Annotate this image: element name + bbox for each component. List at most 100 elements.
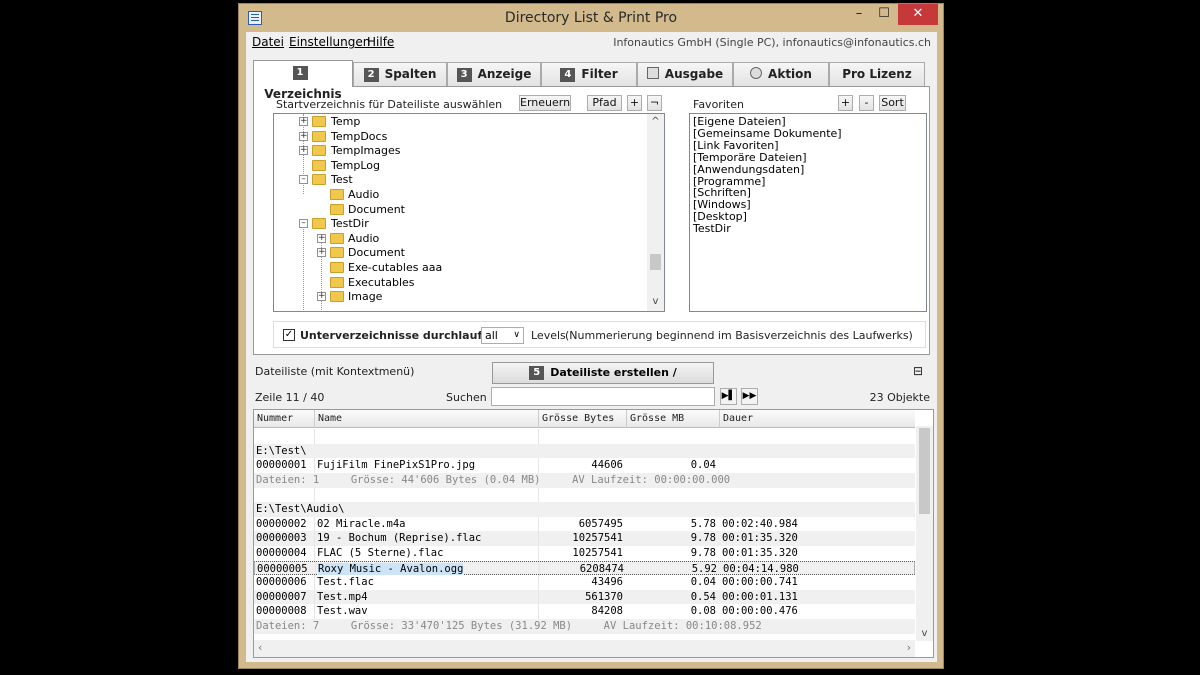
levels-select[interactable]: all ∨ <box>481 327 524 344</box>
tab-pro-lizenz[interactable]: Pro Lizenz <box>829 62 925 86</box>
menu-datei[interactable]: Datei <box>252 35 284 49</box>
menu-einstellungen[interactable]: Einstellungen <box>289 35 370 49</box>
close-button[interactable]: ✕ <box>898 4 938 25</box>
scroll-right-arrow[interactable]: › <box>907 641 911 654</box>
search-input[interactable] <box>491 387 715 406</box>
menu-hilfe[interactable]: Hilfe <box>367 35 394 49</box>
folder-icon <box>330 291 344 303</box>
scroll-up-arrow[interactable]: ^ <box>647 116 664 127</box>
refresh-button[interactable]: Erneuern <box>519 95 571 111</box>
tab-anzeige[interactable]: 3 Anzeige <box>447 62 541 86</box>
cell-mb: 9.78 <box>690 532 716 545</box>
cell-nummer: 00000008 <box>254 604 315 619</box>
file-list-grid[interactable]: Nummer Name Grösse Bytes Grösse MB Dauer… <box>253 409 934 658</box>
cell-dauer: 00:04:14.980 <box>723 562 799 575</box>
sort-favorites-button[interactable]: Sort <box>879 95 906 111</box>
tree-scrollbar[interactable]: ^ v <box>647 114 664 311</box>
favorites-list[interactable]: [Eigene Dateien] [Gemeinsame Dokumente] … <box>689 113 927 312</box>
table-row[interactable] <box>254 487 915 503</box>
add-favorite-button[interactable]: + <box>838 95 853 111</box>
favorite-item[interactable]: [Temporäre Dateien] <box>693 151 923 164</box>
summary-row[interactable]: Dateien: 1 Grösse: 44'606 Bytes (0.04 MB… <box>254 473 915 488</box>
tab-aktion[interactable]: Aktion <box>733 62 829 86</box>
expand-toggle[interactable]: + <box>317 233 326 243</box>
tab-label: Filter <box>581 67 618 81</box>
expand-toggle[interactable]: + <box>299 146 308 156</box>
expand-toggle[interactable]: + <box>299 131 308 141</box>
tab-label: Verzeichnis <box>264 87 342 101</box>
cell-dauer: 00:00:00.476 <box>722 605 798 618</box>
cell-dauer <box>720 488 915 503</box>
summary-row[interactable]: Dateien: 7 Grösse: 33'470'125 Bytes (31.… <box>254 619 915 634</box>
cell-bytes: 6208474 <box>579 562 624 575</box>
cell-bytes: 44606 <box>591 459 623 472</box>
grid-horizontal-scrollbar[interactable]: ‹ › <box>254 640 915 657</box>
table-row[interactable]: 00000002 02 Miracle.m4a 6057495 5.78 00:02:4… <box>254 516 915 532</box>
column-header-dauer[interactable]: Dauer <box>720 410 915 428</box>
directory-row[interactable]: E:\Test\ <box>254 443 915 459</box>
cell-name: Test.flac <box>315 575 539 590</box>
table-row[interactable]: 00000005 Roxy Music - Avalon.ogg 6208474 5.… <box>254 560 915 577</box>
cell-nummer: 00000003 <box>254 531 315 546</box>
scroll-down-arrow[interactable]: v <box>916 628 933 639</box>
title-bar[interactable]: Directory List & Print Pro – ☐ ✕ <box>239 4 943 32</box>
column-header-mb[interactable]: Grösse MB <box>627 410 720 428</box>
levels-note: (Nummerierung beginnend im Basisverzeich… <box>565 329 913 342</box>
scroll-down-arrow[interactable]: v <box>647 296 664 307</box>
path-button[interactable]: Pfad <box>587 95 622 111</box>
cell-mb: 5.78 <box>690 517 716 530</box>
scroll-thumb[interactable] <box>650 254 661 270</box>
collapse-toggle[interactable]: – <box>299 219 308 229</box>
levels-value: all <box>485 329 498 342</box>
scroll-thumb[interactable] <box>919 428 930 514</box>
favorite-item[interactable]: TestDir <box>693 223 923 235</box>
grid-vertical-scrollbar[interactable]: v <box>916 426 933 641</box>
tab-ausgabe[interactable]: Ausgabe <box>637 62 733 86</box>
collapse-toggle[interactable]: – <box>299 175 308 185</box>
scroll-left-arrow[interactable]: ‹ <box>258 641 262 654</box>
find-next-button[interactable]: ▶▌ <box>720 388 737 405</box>
cell-name: FujiFilm FinePixS1Pro.jpg <box>315 458 539 473</box>
company-info: Infonautics GmbH (Single PC), infonautic… <box>613 36 931 49</box>
table-row[interactable]: 00000004 FLAC (5 Sterne).flac 10257541 9.78… <box>254 546 915 561</box>
cell-nummer <box>254 487 315 503</box>
find-last-button[interactable]: ▶▶ <box>741 388 758 405</box>
search-label: Suchen <box>446 391 487 404</box>
tab-label: Spalten <box>384 67 437 81</box>
tree-view-icon[interactable]: ⊟ <box>913 364 923 378</box>
tab-filter[interactable]: 4 Filter <box>541 62 637 86</box>
column-header-name[interactable]: Name <box>315 410 539 428</box>
create-list-button[interactable]: 5Dateiliste erstellen / aktualisieren ! <box>492 362 714 399</box>
tab-spalten[interactable]: 2 Spalten <box>353 62 447 86</box>
cell-mb: 0.04 <box>690 576 716 589</box>
back-path-button[interactable]: ¬ <box>647 95 662 111</box>
expand-toggle[interactable]: + <box>317 292 326 302</box>
tab-verzeichnis[interactable]: 1 Verzeichnis <box>253 60 353 101</box>
table-row[interactable]: 00000008 Test.wav 84208 0.08 00:00:00.476 <box>254 604 915 619</box>
remove-favorite-button[interactable]: - <box>859 95 874 111</box>
add-path-button[interactable]: + <box>627 95 642 111</box>
client-area: Datei Einstellungen Hilfe Infonautics Gm… <box>246 32 937 662</box>
folder-icon <box>330 232 344 244</box>
maximize-button[interactable]: ☐ <box>872 4 896 25</box>
cell-mb: 0.08 <box>690 605 716 618</box>
column-header-nummer[interactable]: Nummer <box>254 410 315 428</box>
table-row[interactable] <box>254 429 915 444</box>
table-row[interactable]: 00000006 Test.flac 43496 0.04 00:00:00.741 <box>254 575 915 590</box>
expand-toggle[interactable]: + <box>299 117 308 126</box>
tab-number: 2 <box>363 68 379 82</box>
button-number: 5 <box>529 366 545 380</box>
subdirs-checkbox[interactable]: ✓ <box>283 329 295 341</box>
table-row[interactable]: 00000001 FujiFilm FinePixS1Pro.jpg 44606 0.… <box>254 458 915 473</box>
column-header-bytes[interactable]: Grösse Bytes <box>539 410 627 428</box>
directory-row[interactable]: E:\Test\Audio\ <box>254 502 915 517</box>
expand-toggle[interactable]: + <box>317 248 326 258</box>
tree-item-label: Test <box>331 173 353 187</box>
cell-nummer: 00000001 <box>254 458 315 473</box>
directory-tree[interactable]: + Temp + TempDocs + TempImages TempLog – Tes… <box>273 113 665 312</box>
favorite-item[interactable]: [Link Favoriten] <box>693 139 923 152</box>
table-row[interactable]: 00000003 19 - Bochum (Reprise).flac 102575… <box>254 531 915 546</box>
tree-item-label: TempLog <box>331 158 380 172</box>
table-row[interactable]: 00000007 Test.mp4 561370 0.54 00:00:01.131 <box>254 589 915 605</box>
favorite-item[interactable]: [Anwendungsdaten] <box>693 163 923 176</box>
